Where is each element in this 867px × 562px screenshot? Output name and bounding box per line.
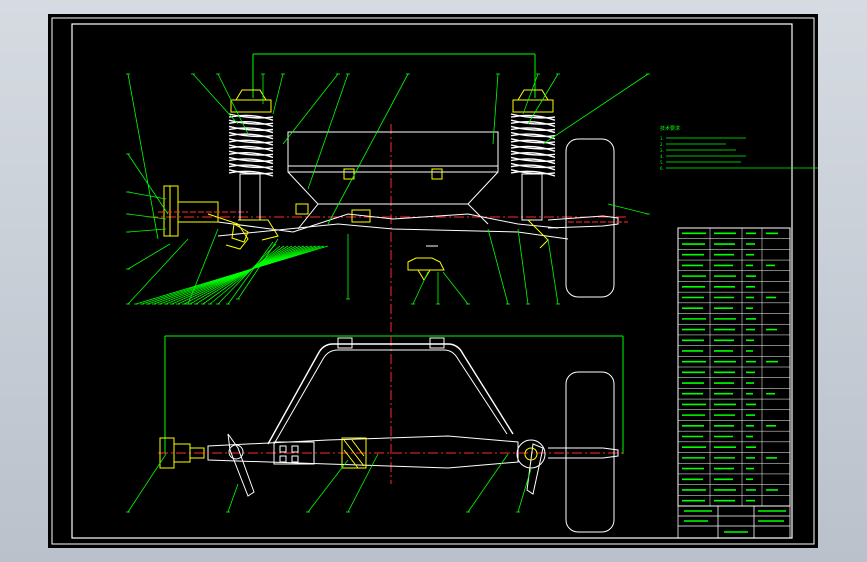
leader-top-16 bbox=[522, 73, 539, 115]
title-block bbox=[677, 505, 791, 539]
tech-note-3: 3. bbox=[660, 148, 664, 153]
leader-bottom-5 bbox=[467, 453, 509, 513]
leader-bottom-6 bbox=[517, 468, 532, 513]
leader-top-43 bbox=[547, 238, 559, 305]
leader-top-22 bbox=[217, 243, 277, 305]
leader-top-38 bbox=[412, 271, 429, 305]
leader-top-28 bbox=[177, 245, 301, 305]
leader-top-11 bbox=[272, 73, 284, 115]
top-overall-dimension bbox=[252, 53, 536, 98]
wheel-outline-bottom bbox=[565, 371, 615, 533]
leader-top-15 bbox=[492, 73, 499, 145]
tech-note-5: 5. bbox=[660, 160, 664, 165]
tech-note-2: 2. bbox=[660, 142, 664, 147]
spindle-right bbox=[547, 215, 628, 229]
leader-bottom-3 bbox=[307, 459, 349, 513]
cad-viewport[interactable]: 技术要求 1. 2. 3. 4. 5. 6. bbox=[48, 14, 818, 548]
leader-bottom-4 bbox=[347, 453, 379, 513]
bottom-overall-dimension bbox=[164, 335, 624, 454]
tech-note-6: 6. bbox=[660, 166, 664, 171]
leader-bottom-2 bbox=[227, 483, 239, 513]
leader-top-21 bbox=[227, 241, 274, 305]
leader-top-24 bbox=[202, 245, 285, 305]
leader-top-5 bbox=[127, 228, 167, 233]
steering-rack bbox=[207, 435, 519, 469]
leader-lines-bottom bbox=[126, 453, 532, 513]
leader-top-18 bbox=[542, 73, 649, 145]
tie-rod-right bbox=[526, 443, 544, 495]
coil-spring-right bbox=[510, 113, 556, 177]
tie-rod-left bbox=[227, 433, 255, 497]
technical-requirements: 技术要求 1.2.3.4.5.6. bbox=[660, 125, 818, 171]
leader-top-2 bbox=[127, 153, 169, 215]
stabilizer-bar-elevation bbox=[287, 171, 499, 230]
leader-top-35 bbox=[135, 245, 329, 305]
coil-spring-left bbox=[228, 113, 274, 177]
leader-top-9 bbox=[217, 73, 249, 135]
leader-lines-top bbox=[126, 73, 650, 305]
tech-note-4: 4. bbox=[660, 154, 664, 159]
leader-bottom-1 bbox=[127, 453, 167, 513]
leader-top-41 bbox=[487, 228, 509, 305]
leader-top-42 bbox=[517, 228, 529, 305]
plan-view bbox=[158, 335, 624, 533]
ball-joint-detail bbox=[407, 245, 445, 281]
tech-notes-heading: 技术要求 bbox=[660, 125, 680, 132]
inner-frame bbox=[71, 23, 793, 539]
drawing-canvas: 技术要求 1.2.3.4.5.6. bbox=[51, 17, 818, 545]
leader-top-40 bbox=[442, 271, 469, 305]
outer-frame bbox=[51, 17, 815, 545]
tech-note-1: 1. bbox=[660, 136, 664, 141]
leader-top-12 bbox=[282, 73, 339, 145]
leader-top-4 bbox=[127, 213, 167, 220]
leader-top-25 bbox=[195, 245, 289, 305]
arm-joint-parts bbox=[231, 203, 371, 243]
leader-top-3 bbox=[127, 191, 167, 200]
leader-top-8 bbox=[192, 73, 239, 125]
leader-top-7 bbox=[127, 238, 189, 305]
leader-top-26 bbox=[189, 245, 293, 305]
bom-table bbox=[677, 227, 791, 507]
leader-top-23 bbox=[209, 245, 281, 305]
